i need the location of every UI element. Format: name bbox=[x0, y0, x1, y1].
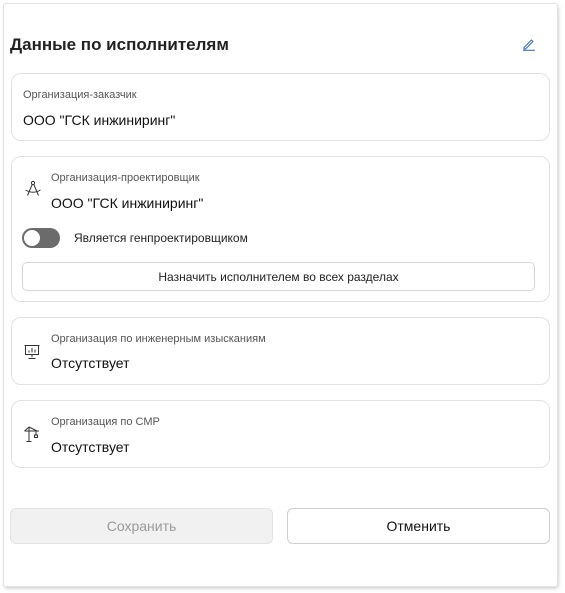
general-designer-toggle[interactable] bbox=[22, 228, 60, 248]
surveys-label: Организация по инженерным изысканиям bbox=[51, 333, 266, 345]
construction-value: Отсутствует bbox=[51, 439, 130, 455]
designer-label: Организация-проектировщик bbox=[51, 172, 200, 184]
compass-icon bbox=[25, 180, 41, 196]
assign-all-sections-button[interactable]: Назначить исполнителем во всех разделах bbox=[22, 262, 535, 291]
surveys-card bbox=[11, 317, 550, 385]
surveys-value: Отсутствует bbox=[51, 355, 130, 371]
designer-value: ООО "ГСК инжиниринг" bbox=[51, 195, 204, 211]
crane-icon bbox=[24, 426, 39, 442]
general-designer-label: Является генпроектировщиком bbox=[74, 231, 248, 245]
customer-card bbox=[11, 73, 550, 141]
pencil-icon[interactable] bbox=[522, 37, 536, 51]
presentation-chart-icon bbox=[24, 345, 40, 359]
construction-label: Организация по СМР bbox=[51, 416, 160, 428]
cancel-button[interactable]: Отменить bbox=[287, 508, 550, 544]
toggle-knob bbox=[24, 230, 40, 246]
customer-label: Организация-заказчик bbox=[23, 89, 137, 101]
construction-card bbox=[11, 400, 550, 468]
customer-value: ООО "ГСК инжиниринг" bbox=[23, 112, 176, 128]
panel-title: Данные по исполнителям bbox=[10, 35, 229, 54]
save-button[interactable]: Сохранить bbox=[10, 508, 273, 544]
